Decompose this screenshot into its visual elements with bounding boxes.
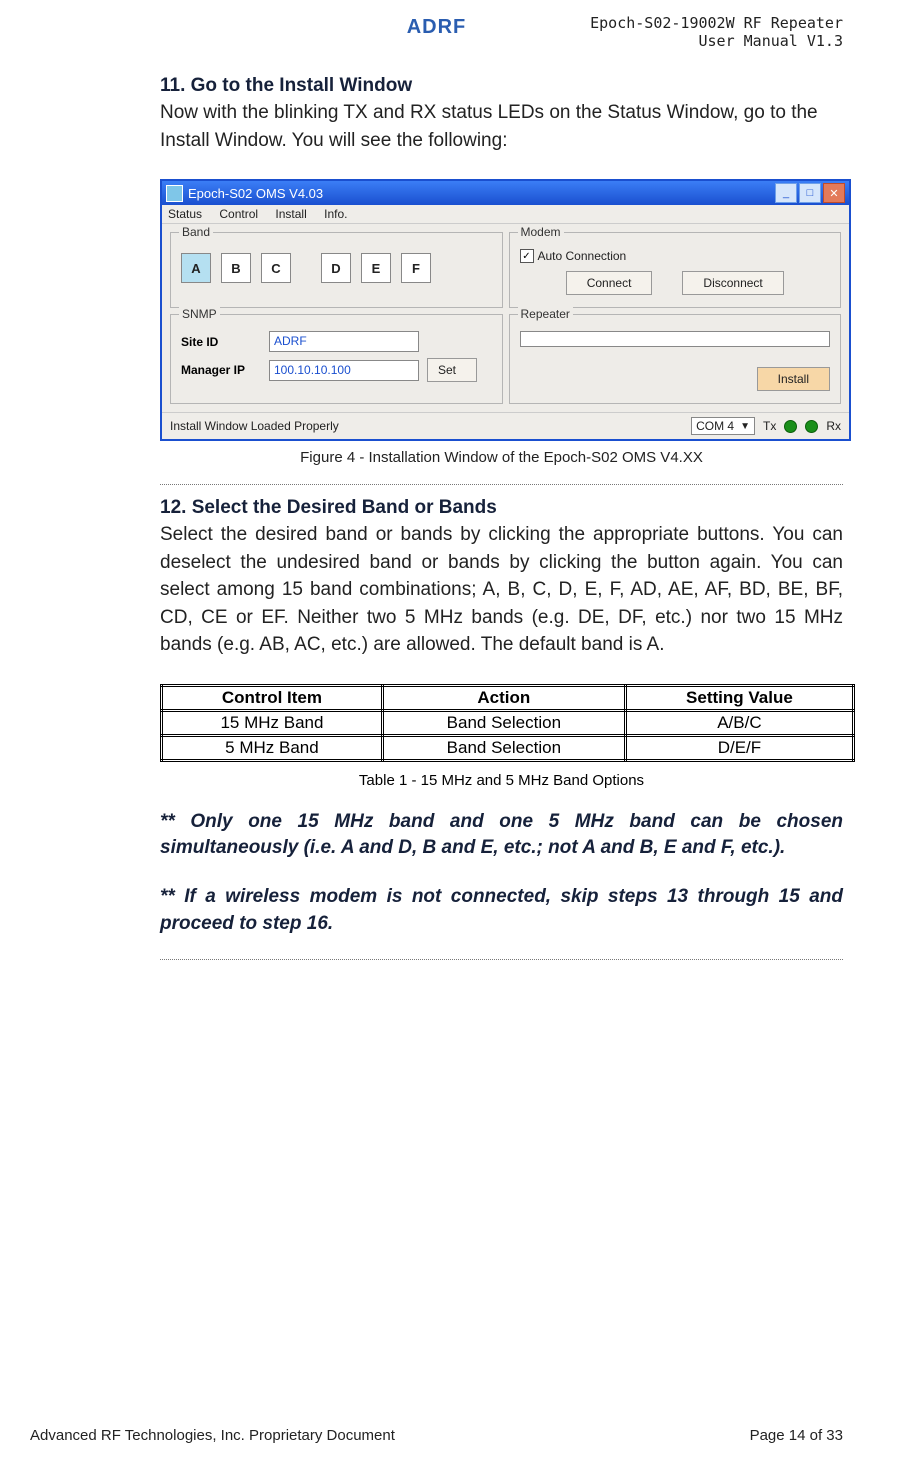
install-button[interactable]: Install [757, 367, 830, 391]
window-title: Epoch-S02 OMS V4.03 [188, 186, 323, 201]
minimize-button[interactable]: _ [775, 183, 797, 203]
disconnect-button[interactable]: Disconnect [682, 271, 783, 295]
table-header-row: Control Item Action Setting Value [162, 685, 854, 710]
repeater-legend: Repeater [518, 307, 573, 321]
td-5mhz-action: Band Selection [382, 735, 625, 760]
th-setting-value: Setting Value [625, 685, 853, 710]
separator [160, 959, 843, 960]
modem-group: Modem ✓ Auto Connection Connect Disconne… [509, 232, 842, 308]
manager-ip-input[interactable]: 100.10.10.100 [269, 360, 419, 381]
doc-title-block: Epoch-S02-19002W RF Repeater User Manual… [590, 14, 843, 50]
note-modem-skip: ** If a wireless modem is not connected,… [160, 884, 843, 937]
td-5mhz-item: 5 MHz Band [162, 735, 383, 760]
td-15mhz-action: Band Selection [382, 710, 625, 735]
section-11-body: Now with the blinking TX and RX status L… [160, 99, 843, 154]
band-button-d[interactable]: D [321, 253, 351, 283]
band-button-f[interactable]: F [401, 253, 431, 283]
th-control-item: Control Item [162, 685, 383, 710]
section-12-body: Select the desired band or bands by clic… [160, 521, 843, 659]
menu-control[interactable]: Control [219, 207, 258, 221]
manager-ip-label: Manager IP [181, 363, 261, 377]
menu-install[interactable]: Install [275, 207, 306, 221]
maximize-button[interactable]: □ [799, 183, 821, 203]
tx-led-icon [784, 420, 797, 433]
app-icon [166, 185, 183, 202]
adrf-logo: ADRF [382, 10, 492, 45]
close-button[interactable]: ✕ [823, 183, 845, 203]
site-id-label: Site ID [181, 335, 261, 349]
band-options-table: Control Item Action Setting Value 15 MHz… [160, 684, 855, 762]
separator [160, 484, 843, 485]
install-progress [520, 331, 831, 347]
auto-connection-label: Auto Connection [538, 249, 627, 263]
td-15mhz-item: 15 MHz Band [162, 710, 383, 735]
connect-button[interactable]: Connect [566, 271, 653, 295]
status-message: Install Window Loaded Properly [170, 419, 339, 433]
band-legend: Band [179, 225, 213, 239]
doc-title-line1: Epoch-S02-19002W RF Repeater [590, 14, 843, 32]
titlebar[interactable]: Epoch-S02 OMS V4.03 _ □ ✕ [162, 181, 849, 205]
band-button-e[interactable]: E [361, 253, 391, 283]
table-row: 15 MHz Band Band Selection A/B/C [162, 710, 854, 735]
com-port-select[interactable]: COM 4 ▼ [691, 417, 755, 435]
section-12-title: 12. Select the Desired Band or Bands [160, 497, 843, 519]
page-footer: Advanced RF Technologies, Inc. Proprieta… [30, 1427, 843, 1444]
table-row: 5 MHz Band Band Selection D/E/F [162, 735, 854, 760]
snmp-group: SNMP Site ID ADRF Manager IP 100.10.10.1… [170, 314, 503, 404]
adrf-logo-text: ADRF [407, 16, 467, 39]
auto-connection-checkbox[interactable]: ✓ [520, 249, 534, 263]
modem-legend: Modem [518, 225, 564, 239]
set-button[interactable]: Set [427, 358, 477, 382]
site-id-input[interactable]: ADRF [269, 331, 419, 352]
td-15mhz-value: A/B/C [625, 710, 853, 735]
status-bar: Install Window Loaded Properly COM 4 ▼ T… [162, 412, 849, 439]
th-action: Action [382, 685, 625, 710]
menu-status[interactable]: Status [168, 207, 202, 221]
menu-bar: Status Control Install Info. [162, 205, 849, 224]
doc-title-line2: User Manual V1.3 [590, 32, 843, 50]
tx-label: Tx [763, 419, 776, 433]
note-band-combo: ** Only one 15 MHz band and one 5 MHz ba… [160, 809, 843, 862]
footer-right: Page 14 of 33 [750, 1427, 843, 1444]
chevron-down-icon: ▼ [740, 421, 750, 432]
snmp-legend: SNMP [179, 307, 220, 321]
page-header: ADRF Epoch-S02-19002W RF Repeater User M… [30, 10, 843, 45]
band-button-b[interactable]: B [221, 253, 251, 283]
footer-left: Advanced RF Technologies, Inc. Proprieta… [30, 1427, 395, 1444]
repeater-group: Repeater Install [509, 314, 842, 404]
oms-window: Epoch-S02 OMS V4.03 _ □ ✕ Status Control… [160, 179, 851, 441]
table-1-caption: Table 1 - 15 MHz and 5 MHz Band Options [160, 772, 843, 789]
figure-4-caption: Figure 4 - Installation Window of the Ep… [160, 449, 843, 466]
com-port-value: COM 4 [696, 419, 734, 433]
section-11-title: 11. Go to the Install Window [160, 75, 843, 97]
rx-led-icon [805, 420, 818, 433]
band-button-c[interactable]: C [261, 253, 291, 283]
band-button-a[interactable]: A [181, 253, 211, 283]
menu-info[interactable]: Info. [324, 207, 347, 221]
band-group: Band A B C D E F [170, 232, 503, 308]
td-5mhz-value: D/E/F [625, 735, 853, 760]
rx-label: Rx [826, 419, 841, 433]
